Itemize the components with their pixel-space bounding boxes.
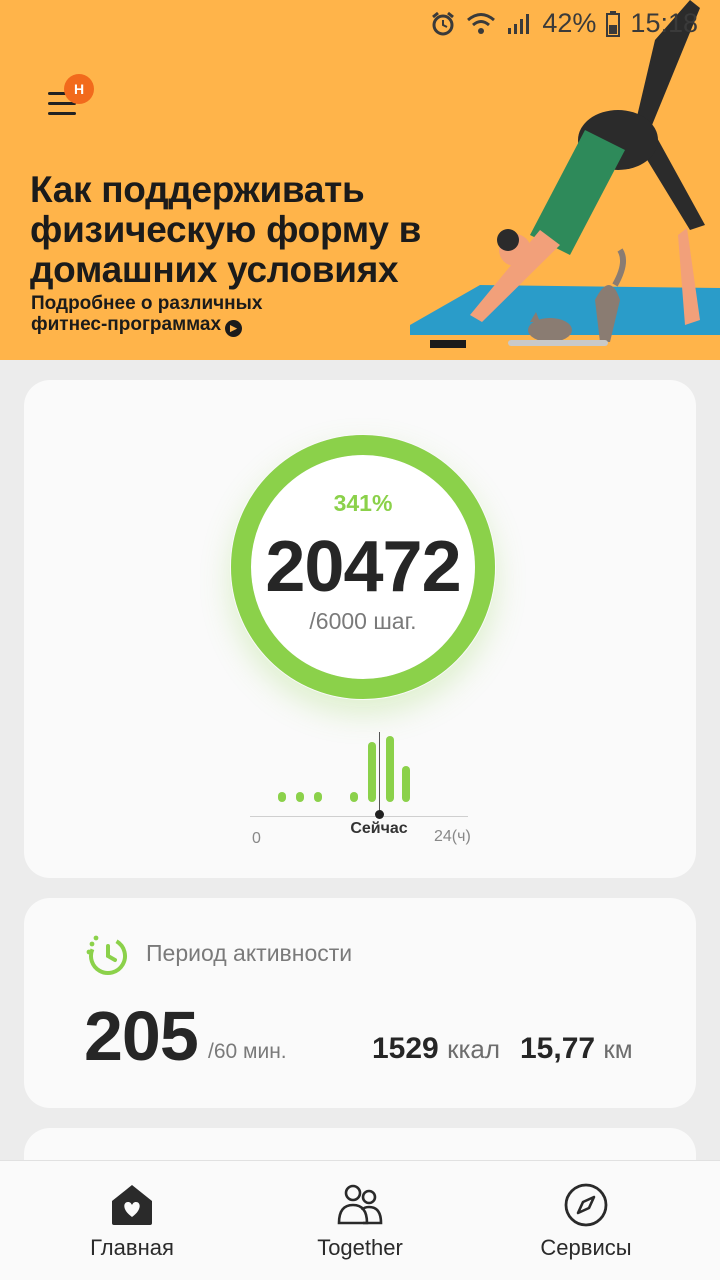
histogram-end-label: 24(ч) [434,828,471,845]
notification-badge: Н [64,74,94,104]
nav-home[interactable]: Главная [12,1161,252,1280]
activity-goal: /60 мин. [208,1040,287,1063]
nav-together-label: Together [317,1235,403,1260]
histogram-bar [368,742,376,802]
arrow-right-icon: ► [225,320,243,337]
signal-icon [508,13,530,34]
steps-histogram: 0 Сейчас 24(ч) [250,720,480,860]
histogram-bar [350,792,358,802]
histogram-bar [386,736,394,802]
activity-card[interactable]: Период активности 205 /60 мин. 1529 ккал… [24,898,696,1108]
histogram-bar [402,766,410,802]
nav-services-label: Сервисы [540,1235,632,1260]
distance-stat: 15,77 км [520,1032,633,1066]
steps-goal: /6000 шаг. [309,608,417,634]
yoga-illustration [410,0,720,348]
nav-home-label: Главная [90,1235,174,1260]
activity-title: Период активности [146,940,353,966]
histogram-now-label: Сейчас [350,820,408,837]
status-bar: 42% 15:18 [0,0,720,50]
banner-link[interactable]: Подробнее о различных фитнес-программах ► [31,293,331,337]
steps-count: 20472 [265,527,461,607]
calories-stat: 1529 ккал [372,1032,500,1066]
battery-icon [606,10,621,37]
nav-together[interactable]: Together [240,1161,480,1280]
clock: 15:18 [630,8,698,38]
home-heart-icon [112,1185,152,1225]
bottom-navigation: Главная Together Сервисы [0,1160,720,1280]
steps-card[interactable]: 341% 20472 /6000 шаг. 0 Сейчас 24(ч) [24,380,696,878]
steps-percent: 341% [333,490,393,516]
timer-icon [86,935,127,975]
nav-services[interactable]: Сервисы [466,1161,706,1280]
histogram-start-label: 0 [252,830,261,847]
distance-value: 15,77 [520,1032,596,1065]
compass-icon [564,1183,608,1227]
steps-ring: 341% 20472 /6000 шаг. [230,434,496,700]
wifi-icon [467,12,496,34]
now-marker-dot [375,810,384,819]
histogram-bar [296,792,304,802]
histogram-axis [250,816,468,817]
histogram-bar [314,792,322,802]
battery-percent: 42% [542,8,597,38]
calories-unit: ккал [447,1034,501,1064]
histogram-bar [278,792,286,802]
alarm-icon [432,11,455,35]
now-marker-line [379,732,380,814]
calories-value: 1529 [372,1032,439,1065]
promo-banner[interactable]: Н Как поддерживать физическую форму в до… [0,0,720,360]
distance-unit: км [603,1034,633,1064]
people-icon [337,1184,383,1225]
activity-minutes: 205 [84,997,199,1075]
